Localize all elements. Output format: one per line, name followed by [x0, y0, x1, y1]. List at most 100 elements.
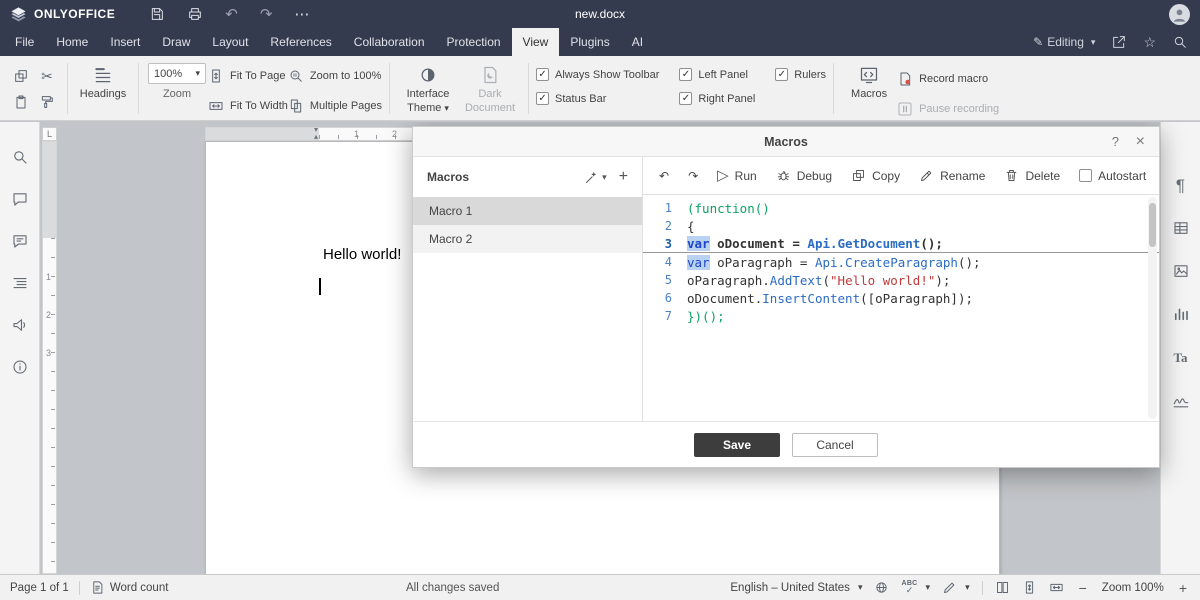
menu-tab-layout[interactable]: Layout [201, 28, 259, 56]
zoom-out-button[interactable]: − [1076, 580, 1090, 596]
menu-tab-ai[interactable]: AI [621, 28, 654, 56]
fit-to-page-button[interactable]: Fit To Page [208, 64, 288, 88]
macro-options-button[interactable]: ▾ [584, 170, 607, 185]
about-button[interactable] [9, 356, 31, 378]
editor-undo-button[interactable]: ↶ [659, 170, 669, 182]
zoom-in-button[interactable]: + [1176, 580, 1190, 596]
tab-stop-selector[interactable]: L [42, 127, 57, 141]
code-scrollbar[interactable] [1148, 197, 1157, 419]
dark-document-button[interactable]: Dark Document [459, 63, 521, 116]
menu-tab-home[interactable]: Home [45, 28, 99, 56]
menu-tab-plugins[interactable]: Plugins [559, 28, 620, 56]
interface-theme-button[interactable]: Interface Theme▾ [397, 63, 459, 116]
vertical-ruler[interactable]: 123 [42, 141, 57, 574]
dialog-header[interactable]: Macros ? × [413, 127, 1159, 157]
comments-panel-button[interactable] [9, 188, 31, 210]
fit-to-width-button[interactable] [1049, 580, 1064, 595]
delete-macro-button[interactable]: Delete [1004, 168, 1060, 183]
search-panel-button[interactable] [9, 146, 31, 168]
redo-button[interactable]: ↷ [260, 7, 273, 22]
zoom-select[interactable]: 100% ▾ [148, 63, 206, 84]
code-line[interactable]: 3var oDocument = Api.GetDocument(); [643, 235, 1159, 253]
document-text[interactable]: Hello world! [323, 246, 401, 263]
code-line[interactable]: 7})(); [643, 307, 1159, 325]
user-avatar[interactable] [1169, 4, 1190, 25]
zoom-to-100-button[interactable]: Zoom to 100% [288, 64, 382, 88]
favorite-star-button[interactable]: ☆ [1143, 35, 1156, 49]
menu-tab-insert[interactable]: Insert [99, 28, 151, 56]
code-line[interactable]: 2{ [643, 217, 1159, 235]
rename-macro-button[interactable]: Rename [919, 168, 985, 183]
dialog-close-button[interactable]: × [1136, 127, 1145, 157]
cut-button[interactable]: ✂ [34, 63, 60, 89]
run-button[interactable]: ▷ Run [717, 168, 757, 183]
language-selector[interactable]: English – United States ▾ [730, 582, 862, 594]
fit-to-width-button[interactable]: Fit To Width [208, 94, 288, 118]
copy-macro-button[interactable]: Copy [851, 168, 900, 183]
add-macro-button[interactable]: + [619, 169, 628, 185]
record-macro-button[interactable]: Record macro [897, 67, 999, 91]
save-macro-button[interactable]: Save [694, 433, 780, 457]
editing-mode-button[interactable]: ✎ Editing ▾ [1033, 35, 1095, 49]
track-changes-button[interactable]: ▾ [942, 580, 970, 595]
more-actions-button[interactable]: ⋯ [294, 7, 309, 22]
menu-tab-draw[interactable]: Draw [151, 28, 201, 56]
checkbox-right-panel[interactable]: ✓Right Panel [679, 92, 755, 105]
code-editor[interactable]: 1(function()2{3var oDocument = Api.GetDo… [643, 195, 1159, 421]
signature-settings-button[interactable] [1170, 389, 1192, 411]
dialog-help-button[interactable]: ? [1112, 127, 1119, 157]
pause-recording-button[interactable]: Pause recording [897, 97, 999, 121]
thumbnails-button[interactable] [995, 580, 1010, 595]
word-count-button[interactable]: Word count [90, 580, 169, 595]
debug-button[interactable]: Debug [776, 168, 832, 183]
checkbox-box: ✓ [679, 92, 692, 105]
undo-button[interactable]: ↶ [225, 7, 238, 22]
set-document-language-button[interactable] [874, 580, 889, 595]
code-line[interactable]: 6oDocument.InsertContent([oParagraph]); [643, 289, 1159, 307]
format-painter-button[interactable] [34, 89, 60, 115]
multiple-pages-button[interactable]: Multiple Pages [288, 94, 382, 118]
paragraph-settings-button[interactable]: ¶ [1170, 174, 1192, 196]
menu-tab-view[interactable]: View [512, 28, 560, 56]
macro-item[interactable]: Macro 2 [413, 225, 642, 253]
feedback-button[interactable] [9, 314, 31, 336]
checkbox-always-show-toolbar[interactable]: ✓Always Show Toolbar [536, 68, 659, 81]
zoom-value-button[interactable]: Zoom 100% [1102, 582, 1164, 594]
print-button[interactable] [187, 6, 203, 22]
navigation-panel-button[interactable] [9, 272, 31, 294]
fit-to-page-button[interactable] [1022, 580, 1037, 595]
pause-recording-label: Pause recording [919, 103, 999, 115]
cancel-button[interactable]: Cancel [792, 433, 878, 457]
scrollbar-thumb[interactable] [1149, 203, 1156, 247]
hanging-indent-marker[interactable]: ▴ [314, 133, 318, 141]
divider [389, 63, 390, 114]
text-art-settings-button[interactable]: Ta [1170, 346, 1192, 368]
save-button[interactable] [149, 6, 165, 22]
page-indicator[interactable]: Page 1 of 1 [10, 582, 69, 594]
code-line[interactable]: 1(function() [643, 199, 1159, 217]
menu-tab-references[interactable]: References [259, 28, 342, 56]
paste-button[interactable] [8, 89, 34, 115]
code-line[interactable]: 5oParagraph.AddText("Hello world!"); [643, 271, 1159, 289]
table-settings-button[interactable] [1170, 217, 1192, 239]
chart-settings-button[interactable] [1170, 303, 1192, 325]
menu-tab-file[interactable]: File [4, 28, 45, 56]
image-settings-button[interactable] [1170, 260, 1192, 282]
checkbox-left-panel[interactable]: ✓Left Panel [679, 68, 755, 81]
chat-panel-button[interactable] [9, 230, 31, 252]
spellcheck-button[interactable]: ABC✓ ▾ [901, 580, 930, 595]
word-count-label: Word count [110, 582, 169, 594]
open-file-location-button[interactable] [1111, 34, 1127, 50]
search-button[interactable] [1172, 34, 1188, 50]
headings-button[interactable]: Headings [75, 63, 131, 102]
checkbox-rulers[interactable]: ✓Rulers [775, 68, 826, 81]
macros-button[interactable]: Macros [841, 63, 897, 102]
editor-redo-button[interactable]: ↷ [688, 170, 698, 182]
code-line[interactable]: 4var oParagraph = Api.CreateParagraph(); [643, 253, 1159, 271]
menu-tab-collaboration[interactable]: Collaboration [343, 28, 436, 56]
checkbox-status-bar[interactable]: ✓Status Bar [536, 92, 659, 105]
autostart-checkbox[interactable]: Autostart [1079, 169, 1146, 183]
copy-button[interactable] [8, 63, 34, 89]
macro-item[interactable]: Macro 1 [413, 197, 642, 225]
menu-tab-protection[interactable]: Protection [436, 28, 512, 56]
